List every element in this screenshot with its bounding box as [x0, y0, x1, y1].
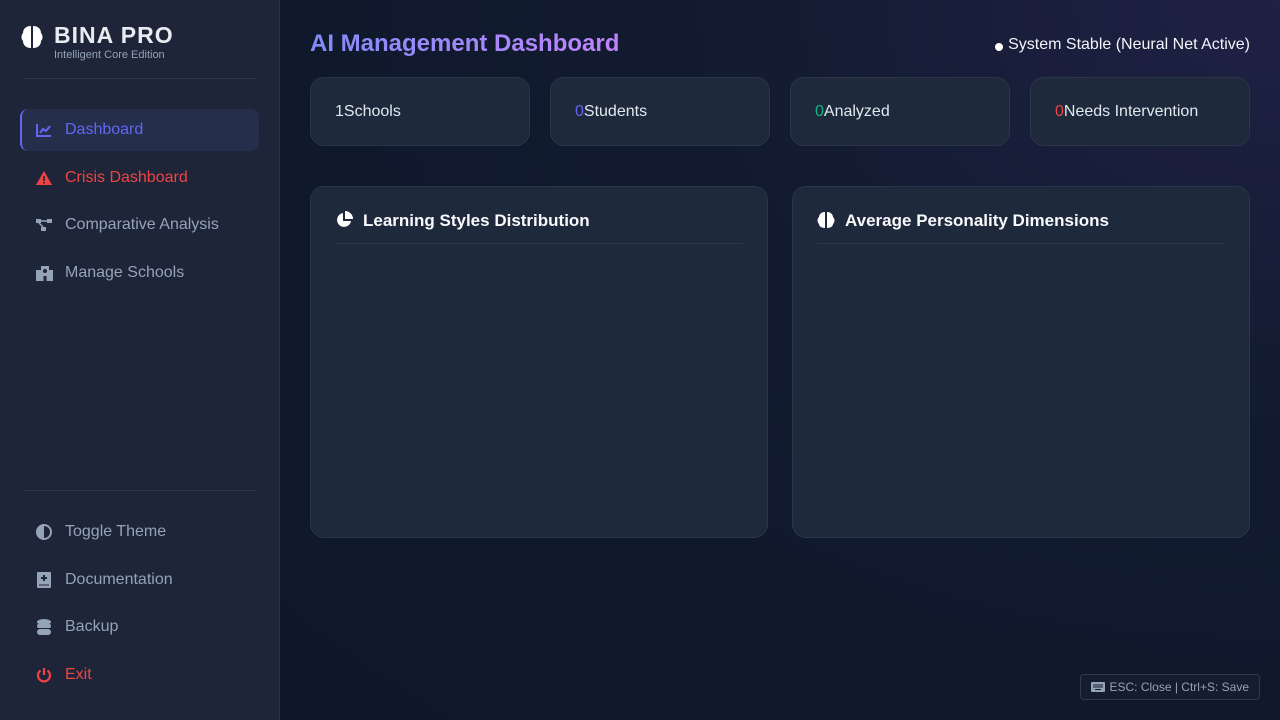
nav-label: Comparative Analysis: [65, 216, 219, 233]
status-dot-icon: [995, 43, 1004, 51]
footer-nav: Toggle Theme Documentation Backup Exit: [20, 511, 259, 701]
stat-card-analyzed: 0 Analyzed: [790, 77, 1010, 146]
stat-value: 0: [815, 102, 824, 120]
pie-chart-icon: [335, 211, 353, 229]
backup-button[interactable]: Backup: [20, 606, 259, 648]
learning-styles-panel: Learning Styles Distribution: [310, 186, 768, 538]
stat-label: Students: [583, 102, 648, 120]
shortcut-text: ESC: Close | Ctrl+S: Save: [1109, 680, 1250, 694]
nav-dashboard[interactable]: Dashboard: [20, 109, 259, 151]
nav-crisis-dashboard[interactable]: Crisis Dashboard: [20, 157, 259, 199]
toggle-theme-button[interactable]: Toggle Theme: [20, 511, 259, 553]
documentation-button[interactable]: Documentation: [20, 559, 259, 601]
stat-card-schools: 1 Schools: [310, 77, 530, 146]
stat-label: Analyzed: [823, 102, 890, 120]
system-status: System Stable (Neural Net Active): [995, 36, 1250, 54]
stat-value: 0: [1055, 102, 1064, 120]
sidebar: BINA PRO Intelligent Core Edition Dashbo…: [0, 0, 280, 720]
keyboard-shortcut-hint: ESC: Close | Ctrl+S: Save: [1079, 674, 1260, 700]
power-icon: [35, 666, 53, 684]
nav-label: Toggle Theme: [65, 523, 167, 540]
stat-value: 0: [575, 102, 584, 120]
personality-dimensions-panel: Average Personality Dimensions: [792, 186, 1250, 538]
nav-label: Crisis Dashboard: [65, 168, 188, 186]
stat-label: Schools: [343, 102, 401, 120]
panel-title: Average Personality Dimensions: [845, 211, 1109, 230]
page-title: AI Management Dashboard: [310, 30, 620, 57]
nav-label: Dashboard: [65, 121, 144, 138]
stat-card-students: 0 Students: [550, 77, 770, 146]
divider: [24, 490, 256, 491]
nav-label: Documentation: [65, 570, 173, 588]
keyboard-icon: [1090, 682, 1105, 692]
divider: [24, 78, 256, 79]
nav-label: Manage Schools: [65, 263, 185, 281]
main-content: AI Management Dashboard System Stable (N…: [280, 0, 1280, 720]
main-nav: Dashboard Crisis Dashboard Comparative A…: [20, 109, 259, 299]
database-icon: [35, 618, 53, 636]
nav-comparative-analysis[interactable]: Comparative Analysis: [20, 204, 259, 246]
nav-manage-schools[interactable]: Manage Schools: [20, 252, 259, 294]
panel-title: Learning Styles Distribution: [363, 211, 590, 230]
stat-label: Needs Intervention: [1063, 102, 1199, 120]
contrast-icon: [35, 523, 53, 541]
book-icon: [35, 571, 53, 589]
brand-title: BINA PRO: [54, 22, 174, 48]
warning-icon: [35, 169, 53, 187]
brain-icon: [817, 211, 835, 229]
exit-button[interactable]: Exit: [20, 654, 259, 696]
chart-line-icon: [35, 121, 53, 139]
stat-value: 1: [335, 102, 344, 120]
brand-subtitle: Intelligent Core Edition: [54, 49, 165, 61]
status-text: System Stable (Neural Net Active): [1008, 36, 1250, 53]
brand: BINA PRO Intelligent Core Edition: [20, 22, 174, 61]
brain-icon: [20, 24, 44, 50]
diagram-icon: [35, 216, 53, 234]
nav-label: Backup: [65, 618, 119, 635]
stat-card-needs-intervention: 0 Needs Intervention: [1030, 77, 1250, 146]
nav-label: Exit: [65, 665, 92, 683]
school-icon: [35, 264, 53, 282]
